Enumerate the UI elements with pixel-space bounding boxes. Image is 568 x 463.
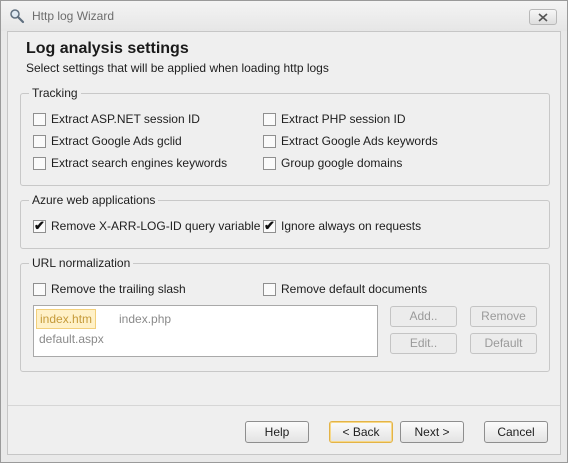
checkbox-label: Group google domains xyxy=(281,156,403,170)
remove-trailing-slash-checkbox[interactable]: Remove the trailing slash xyxy=(33,281,186,297)
checkbox-label: Remove the trailing slash xyxy=(51,282,186,296)
check-icon: ✔ xyxy=(34,217,45,233)
check-icon: ✔ xyxy=(264,217,275,233)
checkbox-box[interactable] xyxy=(33,134,46,148)
extract-php-session-checkbox[interactable]: Extract PHP session ID xyxy=(263,111,406,127)
page-title: Log analysis settings xyxy=(26,40,189,57)
default-document-button[interactable]: Default xyxy=(470,333,537,354)
next-button[interactable]: Next > xyxy=(400,421,464,443)
footer-divider xyxy=(8,405,560,406)
default-documents-list[interactable]: index.htm index.php default.aspx xyxy=(33,305,378,357)
checkbox-label: Ignore always on requests xyxy=(281,219,422,233)
list-item[interactable]: index.php xyxy=(116,310,174,328)
checkbox-label: Extract search engines keywords xyxy=(51,156,228,170)
checkbox-label: Extract ASP.NET session ID xyxy=(51,112,200,126)
remove-arr-log-id-checkbox[interactable]: ✔ Remove X-ARR-LOG-ID query variable xyxy=(33,218,260,234)
checkbox-box[interactable] xyxy=(33,156,46,170)
checkbox-label: Extract PHP session ID xyxy=(281,112,406,126)
extract-gclid-checkbox[interactable]: Extract Google Ads gclid xyxy=(33,133,182,149)
cancel-button[interactable]: Cancel xyxy=(484,421,548,443)
list-item[interactable]: index.htm xyxy=(36,309,97,329)
checkbox-label: Remove X-ARR-LOG-ID query variable xyxy=(51,219,261,233)
checkbox-box[interactable] xyxy=(263,156,276,170)
title-bar: Http log Wizard xyxy=(1,1,567,31)
remove-default-documents-checkbox[interactable]: Remove default documents xyxy=(263,281,427,297)
url-normalization-legend: URL normalization xyxy=(29,256,134,270)
page-subtitle: Select settings that will be applied whe… xyxy=(26,61,329,75)
checkbox-box[interactable] xyxy=(263,282,276,296)
checkbox-box[interactable] xyxy=(33,282,46,296)
tracking-legend: Tracking xyxy=(29,86,81,100)
window-title: Http log Wizard xyxy=(32,9,115,23)
magnifier-icon xyxy=(10,9,25,24)
checkbox-box[interactable] xyxy=(263,112,276,126)
azure-legend: Azure web applications xyxy=(29,193,159,207)
checkbox-box[interactable]: ✔ xyxy=(263,217,276,233)
wizard-page: Log analysis settings Select settings th… xyxy=(7,31,561,455)
extract-ads-keywords-checkbox[interactable]: Extract Google Ads keywords xyxy=(263,133,438,149)
ignore-always-on-checkbox[interactable]: ✔ Ignore always on requests xyxy=(263,218,421,234)
help-button[interactable]: Help xyxy=(245,421,309,443)
checkbox-box[interactable] xyxy=(33,112,46,126)
checkbox-label: Extract Google Ads keywords xyxy=(281,134,438,148)
checkbox-box[interactable]: ✔ xyxy=(33,217,46,233)
back-button[interactable]: < Back xyxy=(329,421,393,443)
list-item[interactable]: default.aspx xyxy=(36,330,107,348)
extract-aspnet-session-checkbox[interactable]: Extract ASP.NET session ID xyxy=(33,111,200,127)
add-document-button[interactable]: Add.. xyxy=(390,306,457,327)
remove-document-button[interactable]: Remove xyxy=(470,306,537,327)
checkbox-label: Extract Google Ads gclid xyxy=(51,134,182,148)
checkbox-box[interactable] xyxy=(263,134,276,148)
checkbox-label: Remove default documents xyxy=(281,282,428,296)
wizard-window: Http log Wizard Log analysis settings Se… xyxy=(0,0,568,463)
edit-document-button[interactable]: Edit.. xyxy=(390,333,457,354)
close-icon xyxy=(538,13,548,22)
close-button[interactable] xyxy=(529,9,557,25)
group-google-domains-checkbox[interactable]: Group google domains xyxy=(263,155,402,171)
extract-search-keywords-checkbox[interactable]: Extract search engines keywords xyxy=(33,155,227,171)
